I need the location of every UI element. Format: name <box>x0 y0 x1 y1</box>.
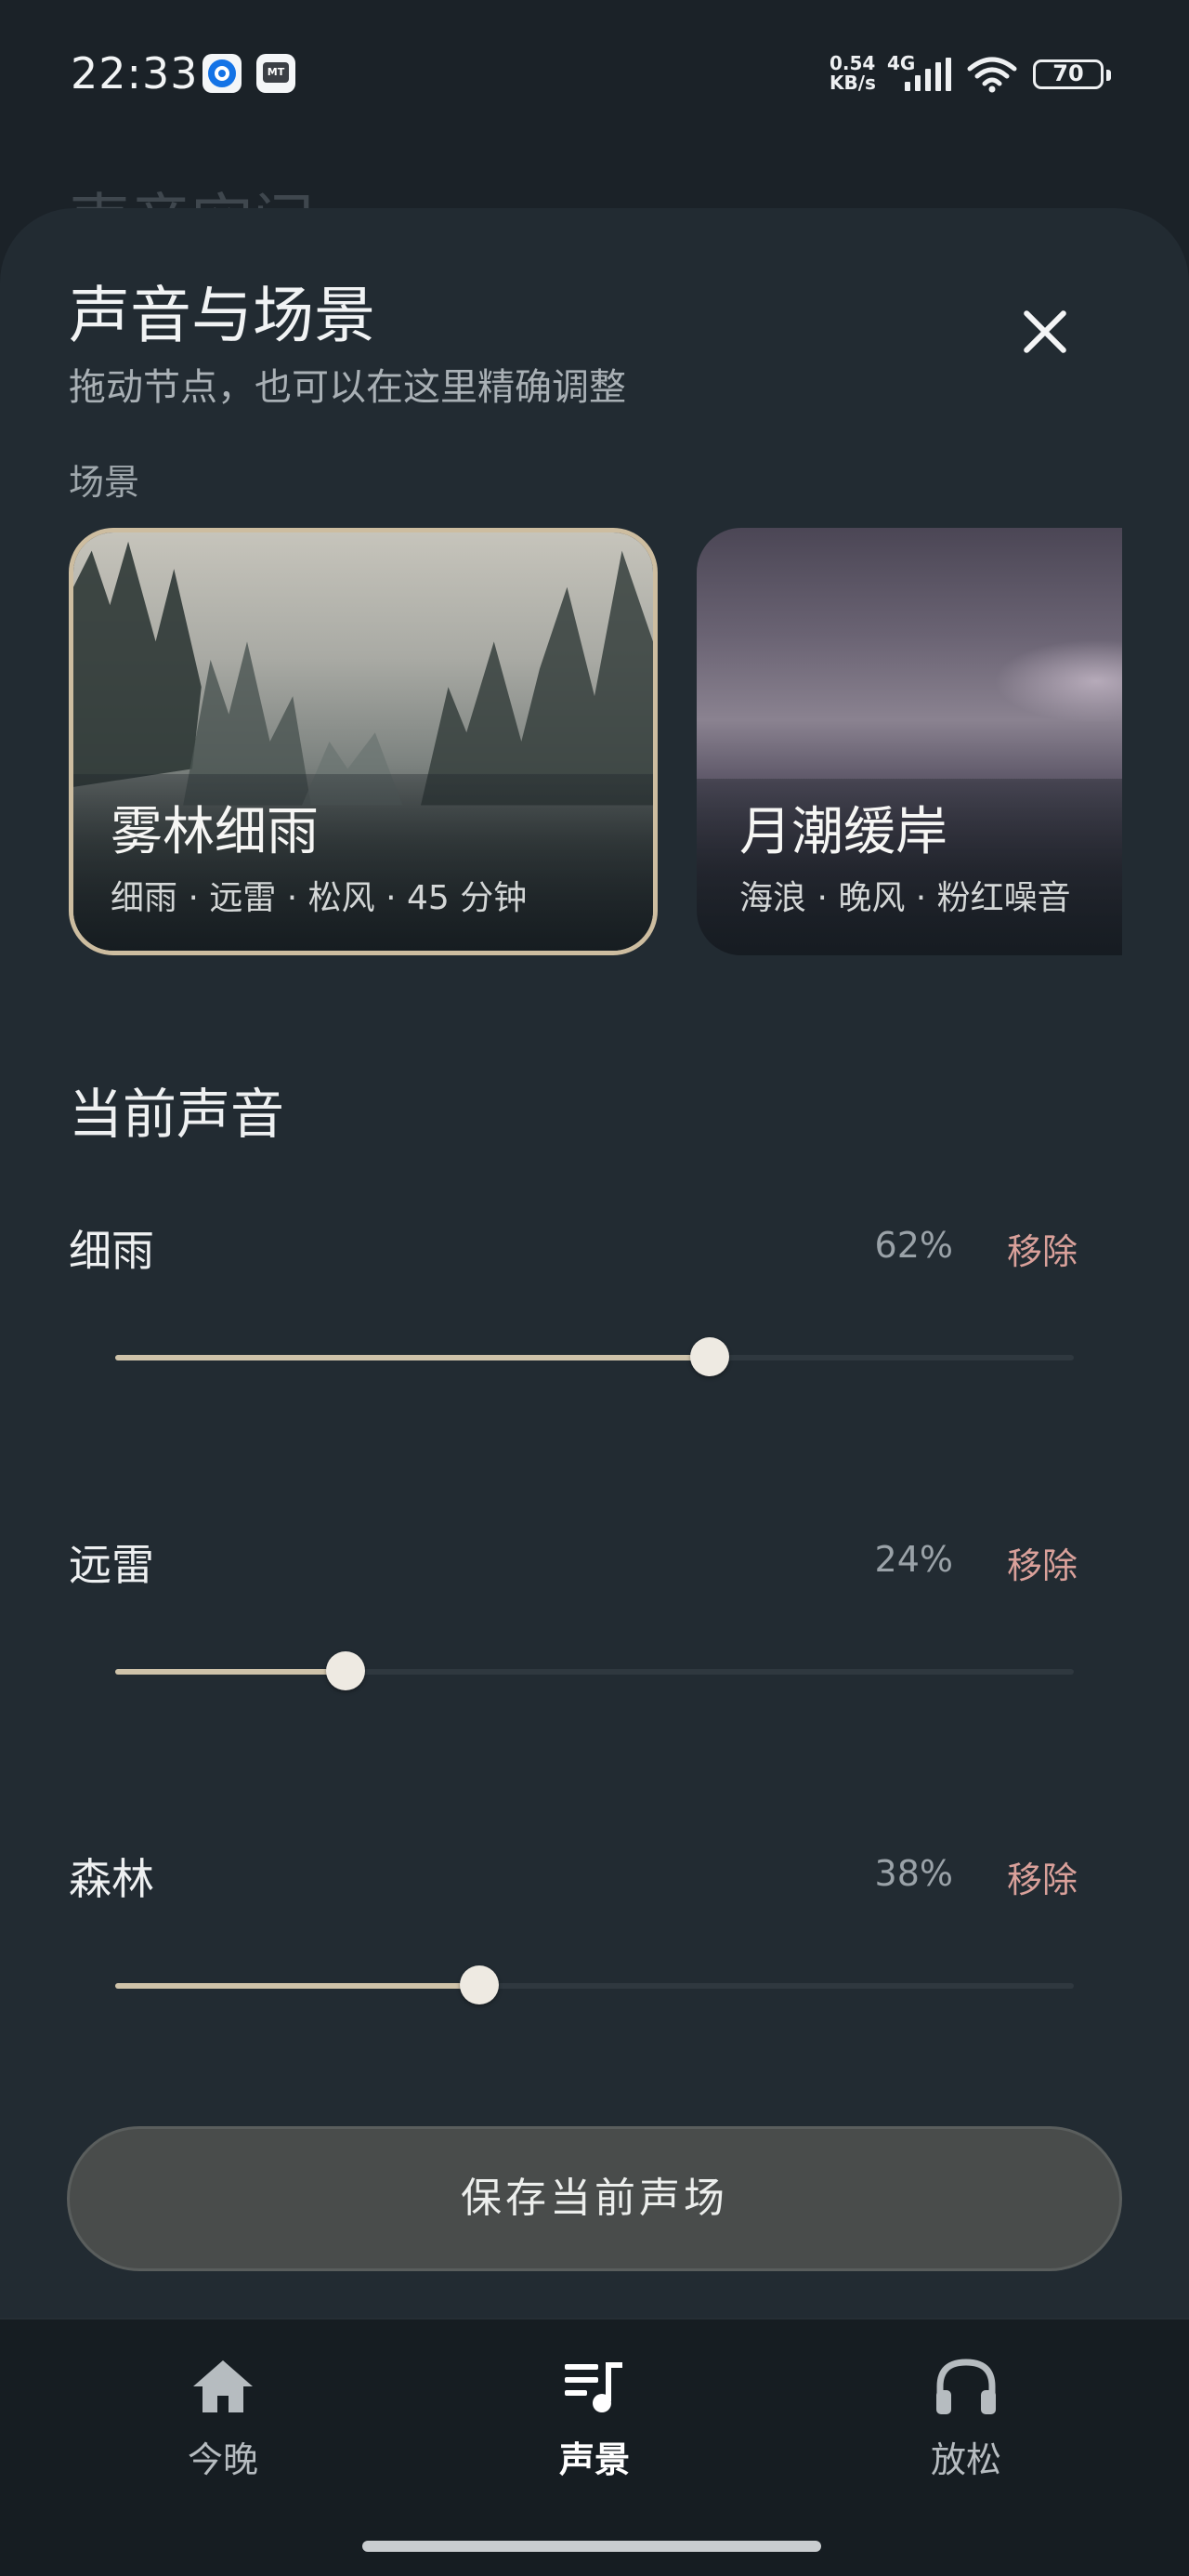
headphones-icon <box>936 2359 996 2414</box>
nav-item-tonight[interactable]: 今晚 <box>111 2357 334 2505</box>
close-icon[interactable] <box>1013 299 1078 364</box>
network-speed: 0.54 KB/s <box>830 54 876 93</box>
volume-slider[interactable] <box>115 1965 1074 2004</box>
remove-sound-button[interactable]: 移除 <box>1007 1223 1078 1274</box>
scene-card-moon-tide[interactable]: 月潮缓岸 海浪 · 晚风 · 粉红噪音 <box>697 528 1122 955</box>
nav-item-soundscape[interactable]: 声景 <box>483 2357 706 2505</box>
sound-name: 细雨 <box>69 1226 154 1276</box>
remove-sound-button[interactable]: 移除 <box>1007 1851 1078 1902</box>
volume-slider-fill <box>115 1355 710 1360</box>
sound-percent: 24% <box>874 1539 953 1580</box>
scene-tags: 海浪 · 晚风 · 粉红噪音 <box>739 879 1071 917</box>
sound-row-rain: 细雨 62% 移除 <box>0 1217 1189 1496</box>
scene-card-misty-forest[interactable]: 雾林细雨 细雨 · 远雷 · 松风 · 45 分钟 <box>69 528 658 955</box>
network-speed-unit: KB/s <box>830 72 876 94</box>
status-bar: 22:33 0.54 KB/s 4G 70 <box>0 0 1189 149</box>
wifi-icon <box>967 57 1017 93</box>
volume-slider[interactable] <box>115 1651 1074 1690</box>
remove-sound-button[interactable]: 移除 <box>1007 1537 1078 1588</box>
sound-percent: 38% <box>874 1853 953 1894</box>
bottom-nav: 今晚 声景 放松 <box>0 2318 1189 2576</box>
sheet-title: 声音与场景 <box>69 280 375 351</box>
sound-row-forest: 森林 38% 移除 <box>0 1846 1189 2124</box>
volume-slider-thumb[interactable] <box>689 1337 729 1376</box>
home-indicator[interactable] <box>362 2541 821 2552</box>
volume-slider-thumb[interactable] <box>325 1651 365 1690</box>
current-sounds-title: 当前声音 <box>69 1083 285 1146</box>
sheet-subtitle: 拖动节点，也可以在这里精确调整 <box>69 366 626 409</box>
status-time: 22:33 <box>71 48 199 99</box>
volume-slider[interactable] <box>115 1337 1074 1376</box>
battery-indicator: 70 <box>1033 59 1111 89</box>
scene-carousel[interactable]: 雾林细雨 细雨 · 远雷 · 松风 · 45 分钟 月潮缓岸 海浪 · 晚风 ·… <box>69 528 1122 955</box>
sound-scene-sheet: 声音与场景 拖动节点，也可以在这里精确调整 场景 雾林细雨 细雨 · 远雷 · … <box>0 208 1189 2336</box>
sound-name: 远雷 <box>69 1540 154 1590</box>
nav-label: 声景 <box>558 2439 630 2480</box>
sound-percent: 62% <box>874 1225 953 1266</box>
volume-slider-fill <box>115 1983 480 1989</box>
signal-icon <box>905 58 951 91</box>
sound-name: 森林 <box>69 1854 154 1904</box>
app-notification-icon <box>203 54 242 93</box>
nav-label: 今晚 <box>187 2439 258 2480</box>
sound-row-thunder: 远雷 24% 移除 <box>0 1531 1189 1810</box>
nav-label: 放松 <box>930 2439 1001 2480</box>
scene-tags: 细雨 · 远雷 · 松风 · 45 分钟 <box>111 879 528 917</box>
scenes-label: 场景 <box>69 462 140 503</box>
scene-name: 雾林细雨 <box>111 802 319 862</box>
mt-manager-icon <box>256 54 295 93</box>
screen: 22:33 0.54 KB/s 4G 70 声音空间 声音与场景 拖动节点，也可… <box>0 0 1189 2576</box>
volume-slider-thumb[interactable] <box>460 1965 500 2004</box>
network-speed-value: 0.54 <box>830 52 876 74</box>
playlist-music-icon <box>565 2362 622 2412</box>
home-icon <box>193 2360 253 2412</box>
volume-slider-fill <box>115 1669 346 1675</box>
scene-name: 月潮缓岸 <box>739 802 947 862</box>
nav-item-relax[interactable]: 放松 <box>855 2357 1078 2505</box>
save-soundscape-button[interactable]: 保存当前声场 <box>67 2126 1122 2271</box>
